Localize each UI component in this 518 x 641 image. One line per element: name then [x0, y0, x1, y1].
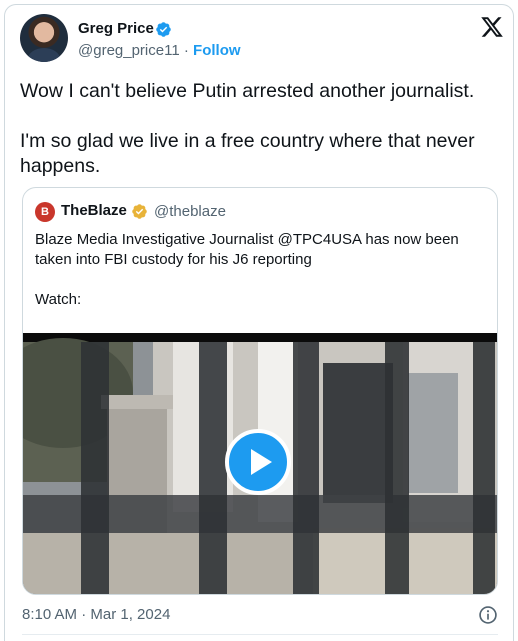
quoted-tweet-text: Blaze Media Investigative Journalist @TP…: [35, 231, 459, 308]
info-icon[interactable]: [478, 605, 498, 625]
quoted-author-handle[interactable]: @theblaze: [154, 203, 226, 220]
author-handle-row: @greg_price11 · Follow: [78, 42, 241, 59]
tweet-text: Wow I can't believe Putin arrested anoth…: [20, 80, 475, 177]
quoted-avatar[interactable]: B: [35, 202, 55, 222]
gold-verified-badge-icon: [132, 204, 147, 219]
x-logo-icon[interactable]: [480, 15, 504, 39]
follow-button[interactable]: Follow: [193, 42, 241, 59]
tweet-timestamp[interactable]: 8:10 AM · Mar 1, 2024: [22, 606, 170, 623]
footer-divider: [22, 634, 498, 635]
play-button[interactable]: [225, 429, 291, 495]
quoted-tweet[interactable]: B TheBlaze @theblaze Blaze Media Investi…: [22, 187, 498, 595]
author-handle[interactable]: @greg_price11: [78, 42, 180, 59]
avatar[interactable]: [20, 14, 68, 62]
author-name[interactable]: Greg Price: [78, 20, 154, 37]
quoted-author-name[interactable]: TheBlaze: [61, 202, 127, 219]
video-player[interactable]: [23, 333, 497, 594]
verified-badge-icon: [156, 22, 171, 37]
handle-separator: ·: [179, 42, 194, 59]
play-icon: [251, 449, 272, 475]
